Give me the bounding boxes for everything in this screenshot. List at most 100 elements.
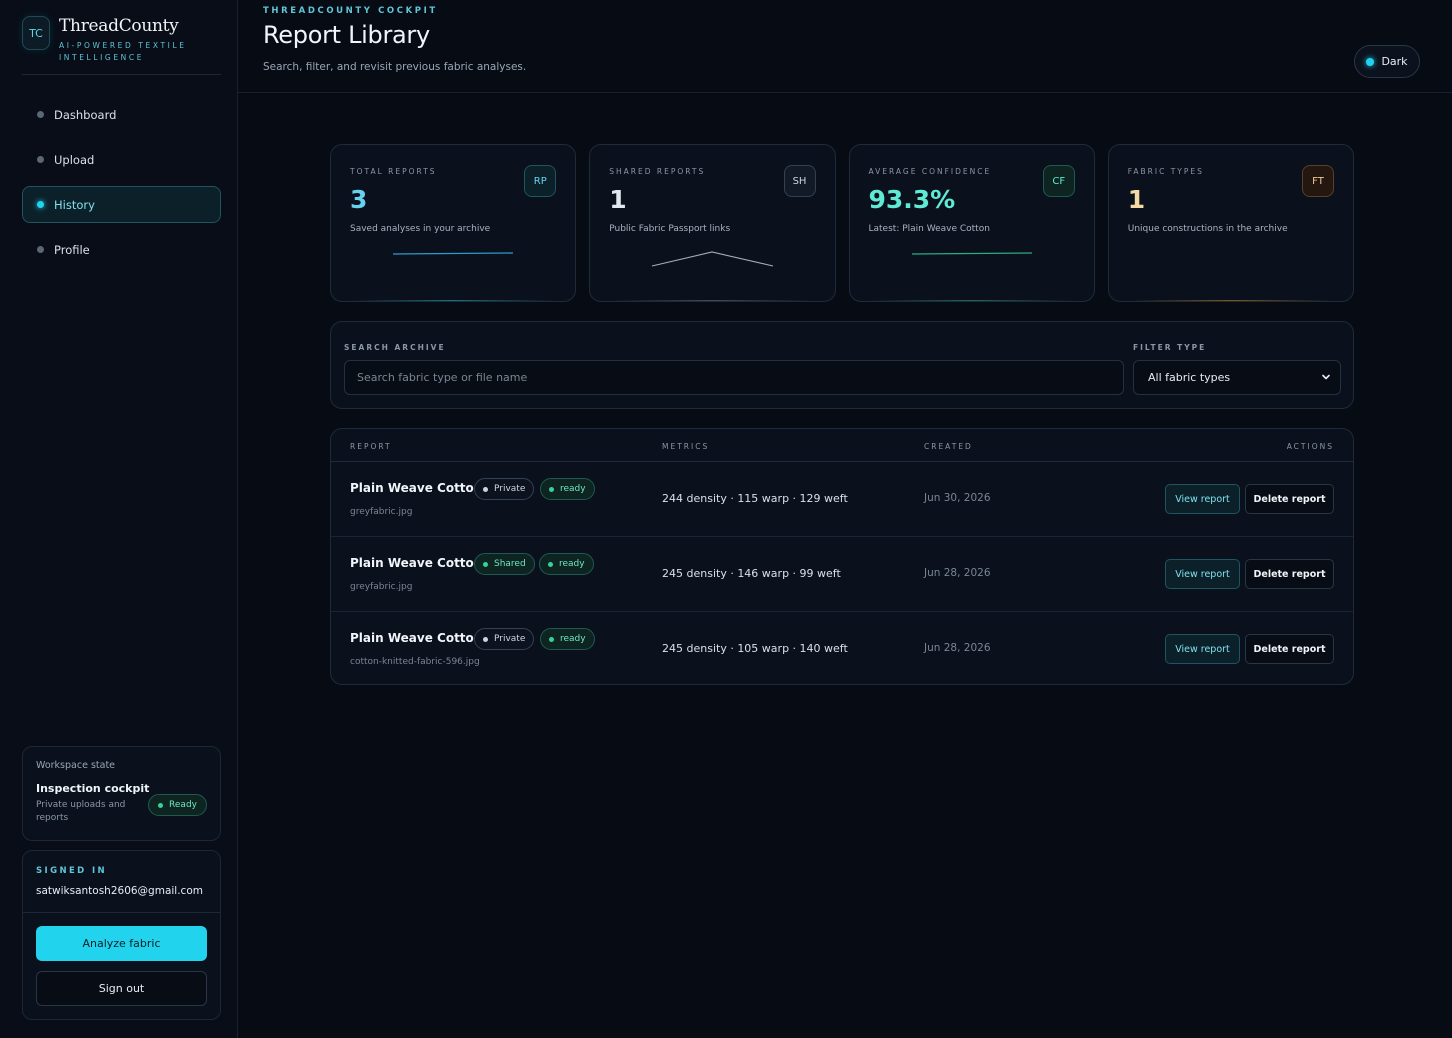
stat-card-fabric-types: FABRIC TYPES FT 1 Unique constructions i… [1107, 144, 1354, 302]
visibility-badge: Private [474, 478, 535, 500]
page-subtitle: Search, filter, and revisit previous fab… [263, 61, 527, 73]
stat-card-total-reports: TOTAL REPORTS RP 3 Saved analyses in you… [330, 144, 577, 302]
sign-out-button[interactable]: Sign out [36, 971, 207, 1006]
sidebar-item-history[interactable]: History [22, 186, 221, 223]
workspace-status-label: Ready [169, 800, 197, 810]
page-title: Report Library [263, 21, 430, 49]
analyze-fabric-button[interactable]: Analyze fabric [36, 926, 207, 961]
filter-type-value: All fabric types [1148, 371, 1231, 384]
filter-type-select[interactable]: All fabric types [1133, 360, 1341, 395]
stat-description: Saved analyses in your archive [350, 224, 491, 234]
report-file-name: greyfabric.jpg [350, 507, 413, 517]
stat-value: 93.3% [868, 185, 956, 214]
table-header: REPORT METRICS CREATED ACTIONS [331, 429, 1353, 462]
dot-icon [37, 201, 44, 208]
sidebar-item-label: Upload [54, 152, 95, 167]
status-badge: ready [540, 478, 595, 500]
report-name: Plain Weave Cotton [350, 631, 483, 645]
search-input[interactable] [344, 360, 1124, 395]
card-glow [869, 300, 1074, 301]
status-dot-icon [158, 802, 164, 808]
workspace-state-card: Workspace state Inspection cockpit Priva… [22, 746, 221, 841]
brand[interactable]: TC ThreadCounty AI-POWERED TEXTILE INTEL… [22, 16, 189, 64]
stat-badge-icon: RP [524, 165, 557, 197]
theme-toggle-label: Dark [1381, 55, 1408, 68]
delete-report-button[interactable]: Delete report [1245, 634, 1334, 664]
report-file-name: cotton-knitted-fabric-596.jpg [350, 657, 480, 667]
sidebar-item-upload[interactable]: Upload [22, 141, 221, 178]
visibility-label: Private [494, 484, 526, 494]
stat-value: 1 [609, 185, 627, 214]
dot-icon [37, 111, 44, 118]
dot-icon [483, 636, 488, 642]
stat-description: Public Fabric Passport links [609, 224, 731, 234]
card-glow [1128, 300, 1333, 301]
view-report-button[interactable]: View report [1165, 634, 1240, 664]
table-row: Plain Weave Cotton Shared ready greyfabr… [331, 537, 1353, 612]
column-header-metrics: METRICS [662, 442, 710, 451]
dot-icon [37, 246, 44, 253]
dot-icon [37, 156, 44, 163]
delete-report-button[interactable]: Delete report [1245, 559, 1334, 589]
card-glow [351, 300, 556, 301]
visibility-label: Private [494, 634, 526, 644]
sidebar-item-label: Dashboard [54, 107, 117, 122]
report-created-date: Jun 30, 2026 [924, 492, 991, 504]
column-header-actions: ACTIONS [1286, 442, 1334, 451]
report-created-date: Jun 28, 2026 [924, 567, 991, 579]
stat-label: TOTAL REPORTS [350, 167, 437, 176]
status-label: ready [559, 559, 585, 569]
status-label: ready [560, 484, 586, 494]
status-badge: ready [539, 553, 594, 575]
sparkline [392, 252, 514, 255]
brand-logo-badge: TC [22, 16, 50, 50]
stat-value: 3 [350, 185, 368, 214]
dot-icon [549, 486, 554, 492]
chevron-down-icon [1322, 374, 1330, 380]
card-glow [610, 300, 815, 301]
stat-description: Unique constructions in the archive [1127, 224, 1288, 234]
delete-report-button[interactable]: Delete report [1245, 484, 1334, 514]
search-label: SEARCH ARCHIVE [344, 343, 446, 352]
sidebar: TC ThreadCounty AI-POWERED TEXTILE INTEL… [0, 0, 238, 1038]
brand-tagline: AI-POWERED TEXTILE INTELLIGENCE [59, 41, 187, 62]
dot-icon [549, 636, 554, 642]
visibility-label: Shared [494, 559, 526, 569]
filter-type-label: FILTER TYPE [1133, 343, 1207, 352]
theme-dot-icon [1366, 57, 1375, 66]
report-metrics: 244 density · 115 warp · 129 weft [662, 492, 848, 505]
reports-table: REPORT METRICS CREATED ACTIONS Plain Wea… [330, 428, 1354, 685]
sidebar-item-label: History [54, 197, 95, 212]
report-created-date: Jun 28, 2026 [924, 642, 991, 654]
stat-card-shared-reports: SHARED REPORTS SH 1 Public Fabric Passpo… [589, 144, 836, 302]
stat-value: 1 [1127, 185, 1146, 214]
workspace-status-badge: Ready [148, 794, 207, 816]
table-row: Plain Weave Cotton Private ready greyfab… [331, 462, 1353, 537]
stat-label: AVERAGE CONFIDENCE [868, 167, 992, 176]
stat-description: Latest: Plain Weave Cotton [868, 224, 990, 234]
theme-toggle-button[interactable]: Dark [1354, 45, 1420, 78]
divider [23, 912, 220, 913]
stat-badge-icon: CF [1042, 165, 1075, 197]
account-card: SIGNED IN satwiksantosh2606@gmail.com An… [22, 850, 221, 1020]
sidebar-item-profile[interactable]: Profile [22, 231, 221, 268]
sparkline [911, 252, 1032, 255]
column-header-created: CREATED [924, 442, 973, 451]
sidebar-item-dashboard[interactable]: Dashboard [22, 96, 221, 133]
view-report-button[interactable]: View report [1165, 484, 1240, 514]
signed-in-label: SIGNED IN [36, 866, 108, 876]
account-email: satwiksantosh2606@gmail.com [36, 885, 203, 897]
visibility-badge: Shared [474, 553, 535, 575]
view-report-button[interactable]: View report [1165, 559, 1240, 589]
dot-icon [548, 561, 553, 567]
status-label: ready [560, 634, 586, 644]
page-header: THREADCOUNTY COCKPIT Report Library Sear… [238, 0, 1452, 93]
report-name: Plain Weave Cotton [350, 481, 483, 495]
visibility-badge: Private [474, 628, 535, 650]
sidebar-nav: Dashboard Upload History Profile [22, 96, 221, 276]
brand-name: ThreadCounty [59, 16, 179, 36]
report-name: Plain Weave Cotton [350, 556, 483, 570]
report-file-name: greyfabric.jpg [350, 582, 413, 592]
workspace-label: Workspace state [36, 760, 116, 771]
stat-label: SHARED REPORTS [609, 167, 706, 176]
